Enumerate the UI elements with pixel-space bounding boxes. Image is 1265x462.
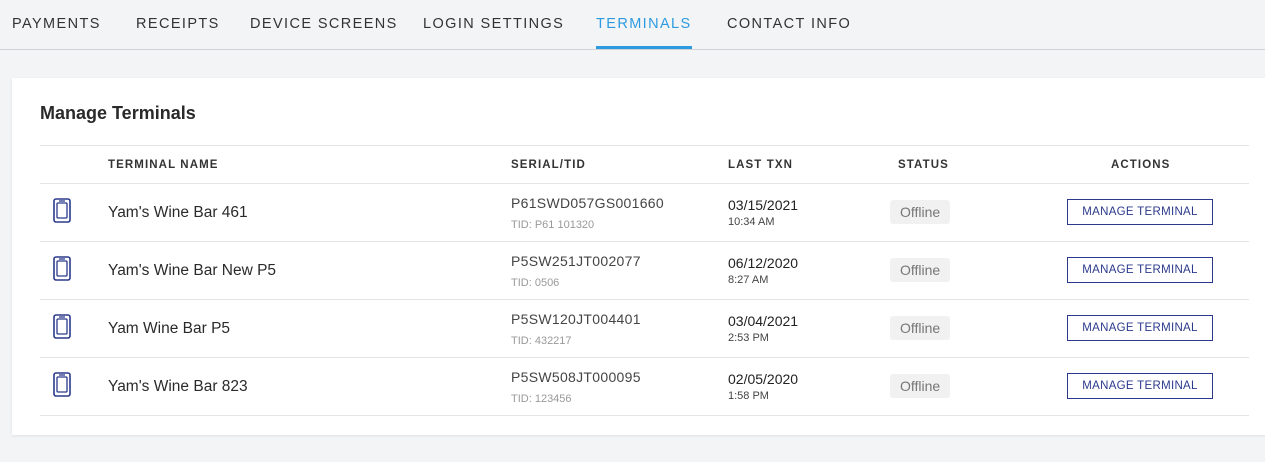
settings-tab-bar: PAYMENTS RECEIPTS DEVICE SCREENS LOGIN S… <box>0 0 1265 50</box>
card-title: Manage Terminals <box>40 103 196 123</box>
terminal-name: Yam's Wine Bar 823 <box>108 378 248 395</box>
tab-contact-info[interactable]: CONTACT INFO <box>727 16 851 49</box>
column-header-terminal-name: TERMINAL NAME <box>108 159 219 171</box>
column-header-last-txn: LAST TXN <box>728 159 794 171</box>
terminal-tid: TID: 123456 <box>511 393 572 405</box>
terminal-device-icon <box>53 256 71 281</box>
terminals-table: TERMINAL NAME SERIAL/TID LAST TXN STATUS… <box>40 145 1249 416</box>
tab-device-screens[interactable]: DEVICE SCREENS <box>250 16 398 49</box>
terminal-device-icon <box>53 372 71 397</box>
tab-receipts[interactable]: RECEIPTS <box>136 16 220 49</box>
manage-terminal-button[interactable]: MANAGE TERMINAL <box>1067 257 1213 283</box>
tab-payments[interactable]: PAYMENTS <box>12 16 101 49</box>
tab-login-settings[interactable]: LOGIN SETTINGS <box>423 16 564 49</box>
terminal-tid: TID: 432217 <box>511 335 572 347</box>
last-txn-date: 03/15/2021 <box>728 197 799 213</box>
manage-terminal-button[interactable]: MANAGE TERMINAL <box>1067 199 1213 225</box>
terminal-tid: TID: 0506 <box>511 277 560 289</box>
terminal-name: Yam's Wine Bar New P5 <box>108 262 277 279</box>
manage-terminal-button[interactable]: MANAGE TERMINAL <box>1067 315 1213 341</box>
manage-terminals-card: Manage Terminals TERMINAL NAME SERIAL/TI… <box>12 78 1265 435</box>
column-header-actions: ACTIONS <box>1111 159 1171 171</box>
terminal-name: Yam's Wine Bar 461 <box>108 204 248 221</box>
last-txn-date: 06/12/2020 <box>728 255 799 271</box>
table-row: Yam Wine Bar P5 P5SW120JT004401 TID: 432… <box>40 300 1249 358</box>
table-header: TERMINAL NAME SERIAL/TID LAST TXN STATUS… <box>40 146 1249 184</box>
last-txn-date: 02/05/2020 <box>728 371 799 387</box>
terminal-name: Yam Wine Bar P5 <box>108 320 231 337</box>
terminal-serial: P5SW120JT004401 <box>511 311 641 327</box>
last-txn-time: 10:34 AM <box>728 216 775 228</box>
last-txn-time: 2:53 PM <box>728 332 769 344</box>
status-badge: Offline <box>890 258 951 282</box>
terminal-device-icon <box>53 314 71 339</box>
column-header-status: STATUS <box>898 159 949 171</box>
last-txn-time: 1:58 PM <box>728 390 769 402</box>
tab-terminals[interactable]: TERMINALS <box>596 16 692 49</box>
status-badge: Offline <box>890 316 951 340</box>
terminal-tid: TID: P61 101320 <box>511 219 595 231</box>
last-txn-date: 03/04/2021 <box>728 313 799 329</box>
column-header-serial-tid: SERIAL/TID <box>511 159 586 171</box>
terminal-serial: P5SW508JT000095 <box>511 369 641 385</box>
last-txn-time: 8:27 AM <box>728 274 769 286</box>
terminal-device-icon <box>53 198 71 223</box>
manage-terminal-button[interactable]: MANAGE TERMINAL <box>1067 373 1213 399</box>
terminal-serial: P61SWD057GS001660 <box>511 195 664 211</box>
status-badge: Offline <box>890 200 951 224</box>
table-row: Yam's Wine Bar 823 P5SW508JT000095 TID: … <box>40 358 1249 416</box>
terminal-serial: P5SW251JT002077 <box>511 253 641 269</box>
table-row: Yam's Wine Bar New P5 P5SW251JT002077 TI… <box>40 242 1249 300</box>
status-badge: Offline <box>890 374 951 398</box>
table-row: Yam's Wine Bar 461 P61SWD057GS001660 TID… <box>40 184 1249 242</box>
